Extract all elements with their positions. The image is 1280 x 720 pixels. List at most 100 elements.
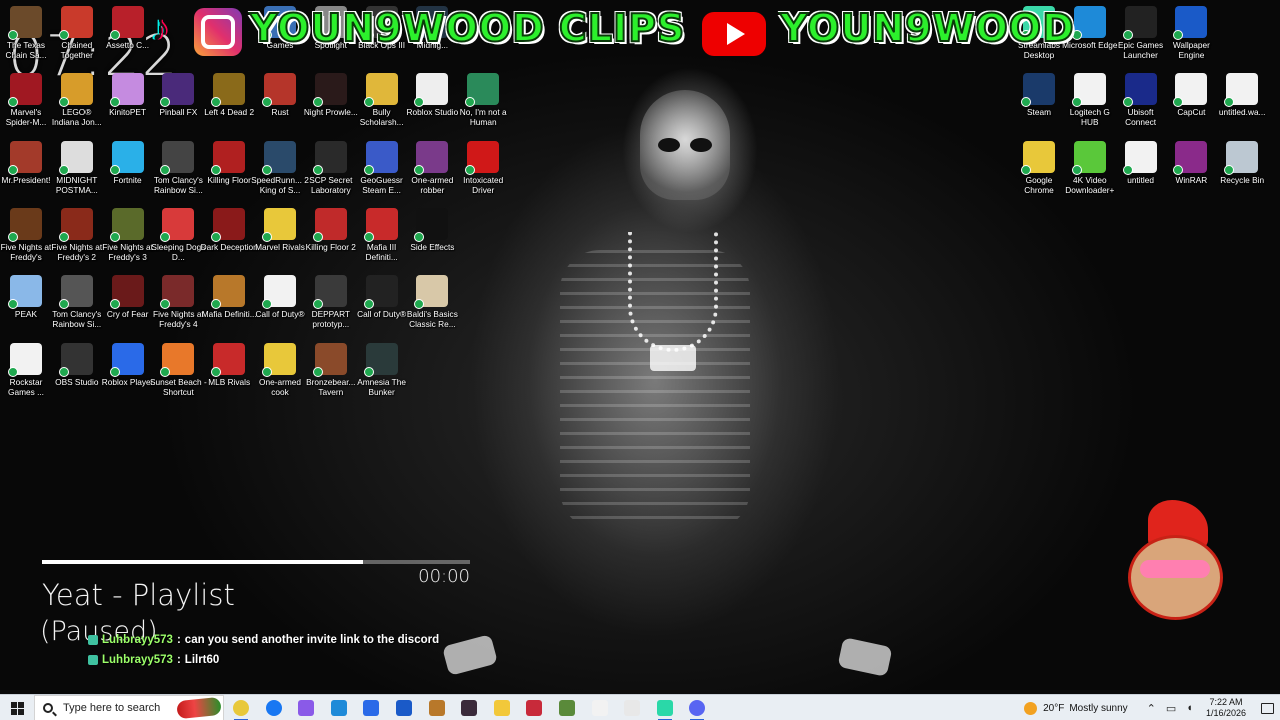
desktop-icon-untitled-wa[interactable]: untitled.wa... bbox=[1217, 73, 1267, 139]
desktop-icon-winrar[interactable]: WinRAR bbox=[1166, 140, 1216, 207]
desktop-icon-wallpaper-engine[interactable]: Wallpaper Engine bbox=[1166, 6, 1216, 72]
taskbar-app-chrome[interactable] bbox=[230, 698, 252, 720]
store-icon bbox=[363, 700, 380, 716]
taskbar-app-minecraft[interactable] bbox=[556, 698, 578, 718]
desktop-icon-five-nights-at-freddy-s-3[interactable]: Five Nights at Freddy's 3 bbox=[102, 207, 153, 274]
desktop-icon-mlb-rivals[interactable]: MLB Rivals bbox=[204, 342, 254, 409]
desktop-icon-ubisoft-connect[interactable]: Ubisoft Connect bbox=[1116, 73, 1166, 139]
desktop-icon-killing-floor[interactable]: Killing Floor bbox=[204, 140, 254, 207]
taskbar-app-file-explorer[interactable] bbox=[491, 698, 513, 718]
notification-button[interactable] bbox=[1254, 695, 1280, 720]
desktop-icon-scp-secret-laboratory[interactable]: SCP Secret Laboratory bbox=[306, 140, 356, 207]
side-effects-icon bbox=[414, 207, 449, 242]
desktop-icon-no-i-m-not-a-human[interactable]: No, I'm not a Human bbox=[458, 73, 508, 139]
volume-icon[interactable]: ◖ bbox=[1186, 702, 1193, 714]
desktop-icon-bully-scholarsh[interactable]: Bully Scholarsh... bbox=[357, 73, 407, 139]
desktop-icon-bronzebear-tavern[interactable]: Bronzebear... Tavern bbox=[306, 342, 356, 409]
desktop-icon-lego-indiana-jon[interactable]: LEGO® Indiana Jon... bbox=[52, 73, 102, 139]
desktop-icon-midnight-postma[interactable]: MIDNIGHT POSTMA... bbox=[52, 140, 102, 207]
desktop-icon-five-nights-at-freddy-s[interactable]: Five Nights at Freddy's bbox=[1, 207, 51, 274]
start-button[interactable] bbox=[0, 695, 34, 720]
taskbar-clock[interactable]: 7:22 AM 1/16/2026 bbox=[1206, 697, 1246, 719]
desktop-icon-call-of-duty[interactable]: Call of Duty® bbox=[255, 275, 305, 341]
desktop-icon-one-armed-cook[interactable]: One-armed cook bbox=[255, 342, 305, 409]
desktop-icon-mafia-iii-definiti[interactable]: Mafia III Definiti... bbox=[357, 207, 407, 274]
taskbar-app-streamlabs[interactable] bbox=[654, 698, 676, 720]
desktop-icon-label: Bully Scholarsh... bbox=[359, 107, 404, 128]
taskbar-app-outlook[interactable] bbox=[393, 698, 415, 718]
taskbar-app-minecraft-dungeons[interactable] bbox=[426, 698, 448, 718]
desktop-icon-the-texas-chain-sa[interactable]: The Texas Chain Sa... bbox=[1, 6, 51, 72]
desktop-icon-call-of-duty[interactable]: Call of Duty® bbox=[357, 275, 407, 341]
desktop-icon-logitech-g-hub[interactable]: Logitech G HUB bbox=[1065, 73, 1115, 139]
desktop-icon-recycle-bin[interactable]: Recycle Bin bbox=[1217, 140, 1267, 207]
taskbar-search[interactable] bbox=[34, 695, 224, 720]
ubisoft-connect-icon bbox=[1122, 73, 1157, 108]
desktop-icon-label: Epic Games Launcher bbox=[1118, 40, 1164, 60]
desktop-icon-sunset-beach-shortcut[interactable]: Sunset Beach - Shortcut bbox=[150, 342, 207, 409]
desktop-icon-deppart-prototyp[interactable]: DEPPART prototyp... bbox=[306, 275, 356, 341]
desktop-icon-pinball-fx[interactable]: Pinball FX bbox=[153, 73, 203, 139]
taskbar-app-edge[interactable] bbox=[328, 698, 350, 718]
desktop-icon-killing-floor-2[interactable]: Killing Floor 2 bbox=[306, 207, 356, 274]
taskbar-app-store[interactable] bbox=[360, 698, 382, 718]
wallpaper-skull bbox=[640, 90, 730, 200]
desktop-icon-left-4-dead-2[interactable]: Left 4 Dead 2 bbox=[204, 73, 254, 139]
desktop-icon-roblox-studio[interactable]: Roblox Studio bbox=[407, 73, 458, 139]
desktop-icon-night-prowle[interactable]: Night Prowle... bbox=[304, 73, 358, 139]
desktop-icon-tom-clancy-s-rainbow-si[interactable]: Tom Clancy's Rainbow Si... bbox=[52, 275, 102, 341]
chevron-up-icon[interactable]: ⌃ bbox=[1147, 702, 1156, 715]
desktop-icon-sleeping-dogs-d[interactable]: Sleeping Dogs D... bbox=[151, 207, 205, 274]
taskbar-app-notepad[interactable] bbox=[589, 698, 611, 718]
taskbar-app-capture-app[interactable] bbox=[523, 698, 545, 718]
desktop-icon-amnesia-the-bunker[interactable]: Amnesia The Bunker bbox=[357, 342, 407, 409]
desktop-icon-dark-deception[interactable]: Dark Deception bbox=[201, 207, 258, 274]
desktop-icon-rust[interactable]: Rust bbox=[255, 73, 305, 139]
epic-games-launcher-icon bbox=[1122, 6, 1157, 40]
desktop-icon-obs-studio[interactable]: OBS Studio bbox=[52, 342, 102, 409]
search-input[interactable] bbox=[63, 702, 183, 714]
desktop-icon-marvel-rivals[interactable]: Marvel Rivals bbox=[255, 207, 305, 274]
desktop-icon-speedrunn-2-king-of-s[interactable]: SpeedRunn... 2 King of S... bbox=[251, 140, 309, 207]
sync-check-icon bbox=[211, 366, 222, 377]
desktop-icon-4k-video-downloader[interactable]: 4K Video Downloader+ bbox=[1065, 140, 1115, 207]
desktop-icon-marvel-s-spider-m[interactable]: Marvel's Spider-M... bbox=[1, 73, 51, 139]
desktop-icon-steam[interactable]: Steam bbox=[1014, 73, 1064, 139]
desktop-icon-google-chrome[interactable]: Google Chrome bbox=[1014, 140, 1064, 207]
desktop-icon-capcut[interactable]: CapCut bbox=[1166, 73, 1216, 139]
desktop-icon-fortnite[interactable]: Fortnite bbox=[103, 140, 153, 207]
desktop-icon-roblox-player[interactable]: Roblox Player bbox=[102, 342, 153, 409]
desktop-icon-side-effects[interactable]: Side Effects bbox=[407, 207, 457, 274]
taskbar-app-facebook[interactable] bbox=[263, 698, 285, 718]
desktop-icon-baldi-s-basics-classic-re[interactable]: Baldi's Basics Classic Re... bbox=[407, 275, 458, 341]
desktop-icon-label: Five Nights at Freddy's 4 bbox=[153, 309, 204, 330]
desktop-icon-five-nights-at-freddy-s-4[interactable]: Five Nights at Freddy's 4 bbox=[153, 275, 204, 341]
desktop-icon-cry-of-fear[interactable]: Cry of Fear bbox=[103, 275, 153, 341]
desktop-icon-five-nights-at-freddy-s-2[interactable]: Five Nights at Freddy's 2 bbox=[51, 207, 102, 274]
chat-username: Luhbrayy573 bbox=[102, 634, 173, 646]
desktop-icon-label: Intoxicated Driver bbox=[463, 174, 504, 195]
sync-check-icon bbox=[465, 97, 476, 108]
desktop-icon-label: Side Effects bbox=[410, 241, 455, 252]
taskbar-app-files[interactable] bbox=[621, 698, 643, 718]
sync-check-icon bbox=[160, 97, 171, 108]
desktop-icon-untitled[interactable]: untitled bbox=[1116, 140, 1166, 207]
sync-check-icon bbox=[414, 231, 425, 242]
network-icon[interactable]: ▭ bbox=[1166, 702, 1176, 715]
desktop-icon-chained-together[interactable]: Chained Together bbox=[52, 6, 102, 72]
desktop-icon-intoxicated-driver[interactable]: Intoxicated Driver bbox=[458, 140, 508, 207]
desktop-icon-kinitopet[interactable]: KinitoPET bbox=[103, 73, 153, 139]
desktop-icon-geoguessr-steam-e[interactable]: GeoGuessr Steam E... bbox=[357, 140, 407, 207]
desktop-icon-rockstar-games[interactable]: Rockstar Games ... bbox=[1, 342, 51, 409]
taskbar-app-discord[interactable] bbox=[686, 698, 708, 720]
taskbar-app-copilot[interactable] bbox=[295, 698, 317, 718]
desktop-icon-one-armed-robber[interactable]: One-armed robber bbox=[407, 140, 457, 207]
taskbar-app-app-dark[interactable] bbox=[458, 698, 480, 718]
weather-widget[interactable]: 20°F Mostly sunny bbox=[1024, 701, 1128, 715]
desktop-icon-mr-president[interactable]: Mr.President! bbox=[1, 140, 51, 207]
desktop-icon-peak[interactable]: PEAK bbox=[1, 275, 51, 341]
desktop-icon-tom-clancy-s-rainbow-si[interactable]: Tom Clancy's Rainbow Si... bbox=[153, 140, 203, 207]
winrar-icon bbox=[1173, 140, 1208, 175]
desktop-icon-epic-games-launcher[interactable]: Epic Games Launcher bbox=[1116, 6, 1166, 72]
desktop-icon-mafia-definiti[interactable]: Mafia Definiti... bbox=[202, 275, 257, 341]
